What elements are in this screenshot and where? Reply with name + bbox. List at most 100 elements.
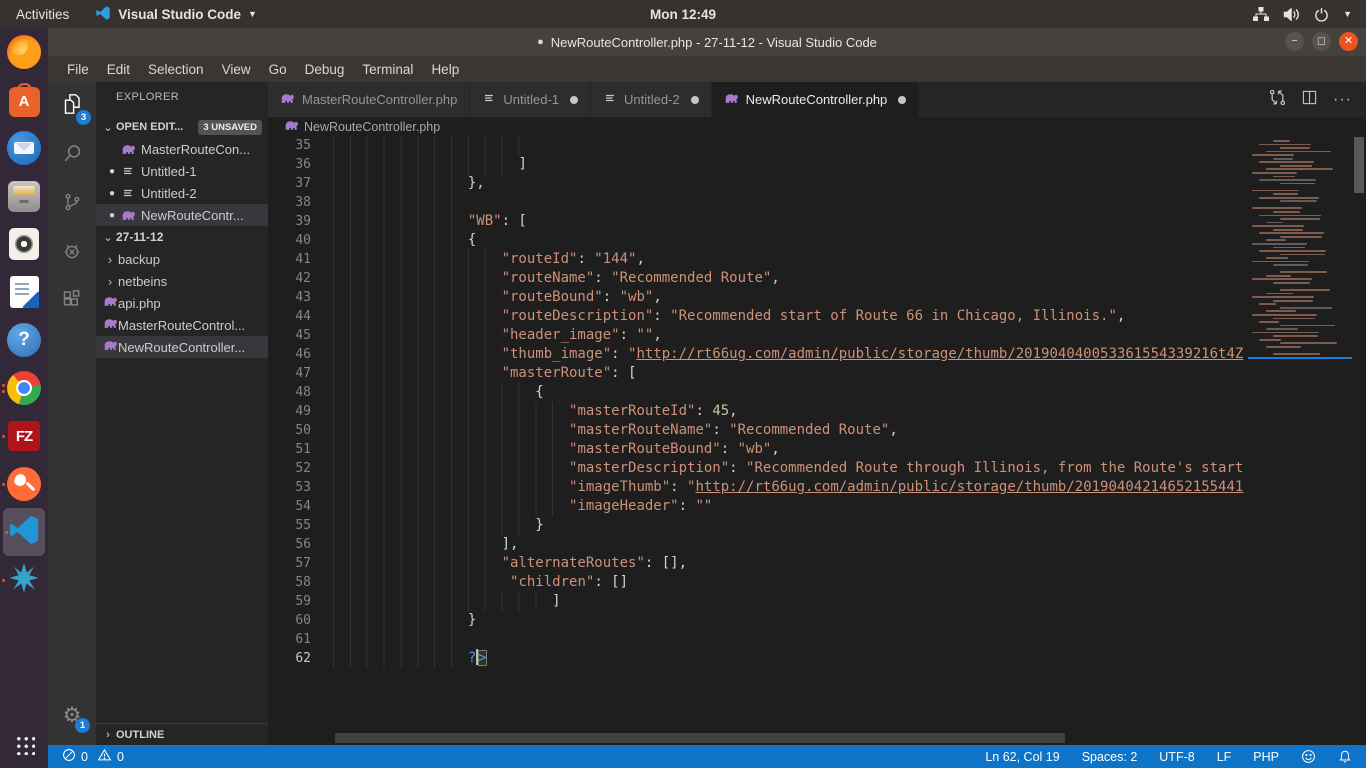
code-line-38[interactable]: [333, 193, 1248, 212]
code-line-43[interactable]: "routeBound": "wb",: [333, 288, 1248, 307]
open-editor-item[interactable]: ●Untitled-1: [96, 160, 268, 182]
open-editor-item[interactable]: MasterRouteCon...: [96, 138, 268, 160]
tab-untitled-2[interactable]: Untitled-2: [591, 82, 712, 117]
code-line-40[interactable]: {: [333, 231, 1248, 250]
tree-item-masterroutecontrol-[interactable]: MasterRouteControl...: [96, 314, 268, 336]
tree-item-newroutecontroller-[interactable]: NewRouteController...: [96, 336, 268, 358]
menu-edit[interactable]: Edit: [98, 62, 139, 77]
feedback-smiley-icon[interactable]: [1301, 749, 1316, 764]
network-icon[interactable]: [1253, 7, 1269, 22]
open-editor-item[interactable]: ●NewRouteContr...: [96, 204, 268, 226]
code-line-37[interactable]: },: [333, 174, 1248, 193]
tab-untitled-1[interactable]: Untitled-1: [470, 82, 591, 117]
code-line-61[interactable]: [333, 630, 1248, 649]
code-line-50[interactable]: "masterRouteName": "Recommended Route",: [333, 421, 1248, 440]
minimize-button[interactable]: −: [1285, 32, 1304, 51]
code-line-59[interactable]: ]: [333, 592, 1248, 611]
dock-item-filezilla[interactable]: FZ: [0, 412, 48, 460]
menu-help[interactable]: Help: [422, 62, 468, 77]
status-language-mode[interactable]: PHP: [1253, 750, 1279, 764]
code-line-55[interactable]: }: [333, 516, 1248, 535]
menu-debug[interactable]: Debug: [296, 62, 354, 77]
debug-activity-button[interactable]: [48, 229, 96, 278]
open-editor-item[interactable]: ●Untitled-2: [96, 182, 268, 204]
tab-masterroutecontroller-php[interactable]: MasterRouteController.php: [268, 82, 470, 117]
status-encoding[interactable]: UTF-8: [1159, 750, 1194, 764]
dock-item-firefox[interactable]: [0, 28, 48, 76]
code-editor[interactable]: 3536373839404142434445464748495051525354…: [268, 136, 1366, 745]
status-eol[interactable]: LF: [1217, 750, 1232, 764]
folder-section-header[interactable]: ⌄ 27-11-12: [96, 226, 268, 248]
dock-item-thunderbird[interactable]: [0, 124, 48, 172]
dock-item-postman[interactable]: [0, 460, 48, 508]
code-line-36[interactable]: ]: [333, 155, 1248, 174]
code-line-53[interactable]: "imageThumb": "http://rt66ug.com/admin/p…: [333, 478, 1248, 497]
breadcrumb[interactable]: NewRouteController.php: [268, 117, 1366, 136]
code-line-54[interactable]: "imageHeader": "": [333, 497, 1248, 516]
code-line-62[interactable]: ?>: [333, 649, 1248, 668]
code-line-35[interactable]: [333, 136, 1248, 155]
dock-item-libreoffice-writer[interactable]: [0, 268, 48, 316]
power-icon[interactable]: [1314, 7, 1329, 22]
menu-go[interactable]: Go: [260, 62, 296, 77]
menu-terminal[interactable]: Terminal: [353, 62, 422, 77]
status-indentation[interactable]: Spaces: 2: [1082, 750, 1138, 764]
code-line-46[interactable]: "thumb_image": "http://rt66ug.com/admin/…: [333, 345, 1248, 364]
code-line-57[interactable]: "alternateRoutes": [],: [333, 554, 1248, 573]
code-line-60[interactable]: }: [333, 611, 1248, 630]
volume-icon[interactable]: [1283, 7, 1300, 22]
settings-gear-button[interactable]: ⚙ 1: [48, 693, 96, 737]
split-editor-icon[interactable]: [1302, 90, 1317, 110]
open-editors-header[interactable]: ⌄ OPEN EDIT... 3 UNSAVED: [96, 116, 268, 138]
tree-item-backup[interactable]: ›backup: [96, 248, 268, 270]
dock-item-files[interactable]: [0, 172, 48, 220]
menu-view[interactable]: View: [213, 62, 260, 77]
dock-item-vscode[interactable]: [3, 508, 45, 556]
code-line-58[interactable]: "children": []: [333, 573, 1248, 592]
tree-item-netbeins[interactable]: ›netbeins: [96, 270, 268, 292]
dock-item-chrome[interactable]: [0, 364, 48, 412]
app-menu[interactable]: Visual Studio Code ▼: [85, 5, 267, 24]
tree-item-api-php[interactable]: api.php: [96, 292, 268, 314]
extensions-activity-button[interactable]: [48, 278, 96, 327]
code-line-47[interactable]: "masterRoute": [: [333, 364, 1248, 383]
window-titlebar[interactable]: ● NewRouteController.php - 27-11-12 - Vi…: [48, 28, 1366, 56]
show-applications-button[interactable]: [0, 724, 48, 764]
code-line-44[interactable]: "routeDescription": "Recommended start o…: [333, 307, 1248, 326]
code-line-48[interactable]: {: [333, 383, 1248, 402]
open-changes-icon[interactable]: [1269, 89, 1286, 111]
menu-selection[interactable]: Selection: [139, 62, 213, 77]
dock-item-rhythmbox[interactable]: [0, 220, 48, 268]
source-control-activity-button[interactable]: [48, 180, 96, 229]
menu-file[interactable]: File: [58, 62, 98, 77]
code-line-39[interactable]: "WB": [: [333, 212, 1248, 231]
code-line-49[interactable]: "masterRouteId": 45,: [333, 402, 1248, 421]
code-line-52[interactable]: "masterDescription": "Recommended Route …: [333, 459, 1248, 478]
open-editor-label: Untitled-2: [141, 186, 197, 201]
problems-indicator[interactable]: 0 0: [48, 748, 124, 765]
dock-item-ubuntu-software[interactable]: A: [0, 76, 48, 124]
code-line-41[interactable]: "routeId": "144",: [333, 250, 1248, 269]
code-line-45[interactable]: "header_image": "",: [333, 326, 1248, 345]
explorer-activity-button[interactable]: 3: [48, 82, 96, 131]
horizontal-scrollbar[interactable]: [335, 733, 1065, 743]
notifications-bell-icon[interactable]: [1338, 749, 1352, 764]
outline-section-header[interactable]: › OUTLINE: [96, 723, 268, 745]
search-activity-button[interactable]: [48, 131, 96, 180]
maximize-button[interactable]: ◻: [1312, 32, 1331, 51]
code-line-42[interactable]: "routeName": "Recommended Route",: [333, 269, 1248, 288]
dock-item-paint-splash[interactable]: [0, 556, 48, 604]
code-line-56[interactable]: ],: [333, 535, 1248, 554]
activities-button[interactable]: Activities: [0, 0, 85, 28]
vertical-scrollbar[interactable]: [1352, 136, 1366, 745]
source-control-icon: [60, 190, 84, 219]
dock-item-help[interactable]: ?: [0, 316, 48, 364]
close-button[interactable]: ✕: [1339, 32, 1358, 51]
tab-newroutecontroller-php[interactable]: NewRouteController.php: [712, 82, 920, 117]
code-line-51[interactable]: "masterRouteBound": "wb",: [333, 440, 1248, 459]
status-cursor-position[interactable]: Ln 62, Col 19: [985, 750, 1059, 764]
more-actions-icon[interactable]: ···: [1333, 91, 1352, 109]
code-pane[interactable]: ] }, "WB": [ { "routeId": "144", "routeN…: [333, 136, 1248, 745]
minimap[interactable]: [1248, 136, 1352, 745]
chevron-down-icon[interactable]: ▼: [1343, 9, 1352, 19]
